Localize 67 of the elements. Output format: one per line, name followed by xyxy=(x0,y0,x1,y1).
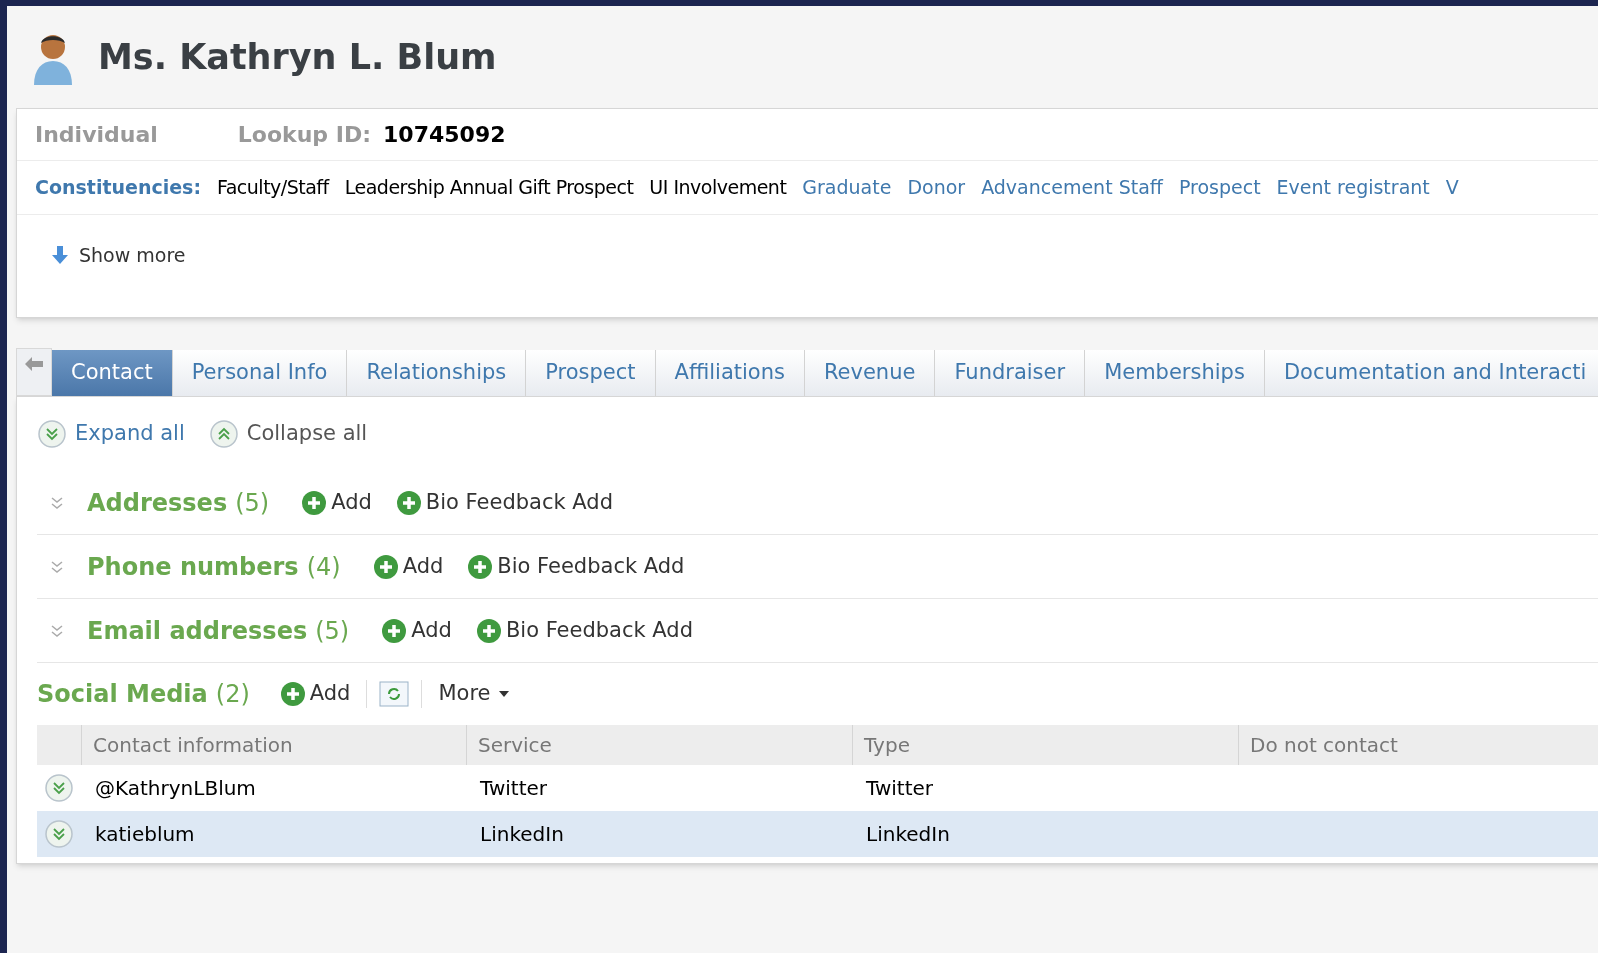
expand-chevron-icon[interactable] xyxy=(49,622,65,639)
constituency-link[interactable]: V xyxy=(1445,173,1459,202)
add-icon xyxy=(279,681,306,707)
constituency-link[interactable]: Event registrant xyxy=(1276,173,1430,202)
table-cell-text: Twitter xyxy=(479,775,549,802)
constituency: Leadership Annual Gift Prospect xyxy=(344,175,634,201)
collapse-icon xyxy=(208,419,239,449)
show-more-button[interactable]: Show more xyxy=(49,241,186,270)
tab[interactable]: Memberships xyxy=(1085,350,1265,396)
add-icon xyxy=(395,489,422,516)
constituency-link[interactable]: Donor xyxy=(907,173,966,202)
table-cell-text: LinkedIn xyxy=(479,821,565,848)
lookup-value: 10745092 xyxy=(383,121,506,149)
tab[interactable]: Contact xyxy=(52,350,173,396)
add-icon xyxy=(372,553,399,580)
add-button[interactable]: Bio Feedback Add xyxy=(475,614,693,647)
expand-all-button[interactable]: Expand all xyxy=(37,418,185,450)
back-arrow-icon xyxy=(25,357,43,371)
expand-chevron-icon[interactable] xyxy=(49,558,65,575)
table-row[interactable]: katieblum LinkedIn LinkedIn xyxy=(37,811,1598,857)
expand-row-icon xyxy=(44,819,74,849)
tab[interactable]: Documentation and Interacti xyxy=(1264,350,1598,396)
expand-chevron-icon[interactable] xyxy=(49,494,65,511)
section-title: Email addresses xyxy=(87,615,308,647)
section-title: Social Media xyxy=(37,679,208,710)
section-title: Addresses xyxy=(87,487,228,519)
caret-icon xyxy=(498,691,509,697)
refresh-icon[interactable] xyxy=(379,681,410,707)
section-count: (4) xyxy=(306,551,341,583)
add-button[interactable]: Bio Feedback Add xyxy=(467,550,685,583)
tab[interactable]: Relationships xyxy=(347,350,527,396)
section-title: Phone numbers xyxy=(87,551,299,583)
more-dropdown[interactable]: More xyxy=(438,678,509,710)
add-button[interactable]: Add xyxy=(372,550,444,583)
add-button[interactable]: Bio Feedback Add xyxy=(395,486,613,519)
add-icon xyxy=(381,617,408,644)
constituency-link[interactable]: Prospect xyxy=(1178,173,1261,202)
table-cell-text: LinkedIn xyxy=(865,821,951,848)
lookup-label: Lookup ID: xyxy=(237,121,372,149)
constituency-link[interactable]: Graduate xyxy=(802,173,892,202)
add-button[interactable]: Add xyxy=(301,486,372,519)
add-button[interactable]: Add xyxy=(381,614,452,647)
tab[interactable]: Fundraiser xyxy=(935,350,1086,396)
section-count: (5) xyxy=(235,487,270,519)
expand-icon xyxy=(37,419,67,449)
constituency: Faculty/Staff xyxy=(217,175,329,201)
add-button[interactable]: Add xyxy=(279,678,351,710)
section-count: (2) xyxy=(215,679,250,710)
record-type: Individual xyxy=(35,121,158,149)
constituency: UI Involvement xyxy=(649,175,787,201)
expand-row-icon xyxy=(44,773,74,803)
tab[interactable]: Personal Info xyxy=(172,350,348,396)
add-icon xyxy=(301,489,328,516)
back-arrow-button[interactable] xyxy=(16,348,52,396)
tab[interactable]: Affiliations xyxy=(655,350,805,396)
table-cell-text: @KathrynLBlum xyxy=(94,775,257,802)
constituency-link[interactable]: Advancement Staff xyxy=(981,173,1163,202)
tab[interactable]: Revenue xyxy=(804,350,936,396)
section-count: (5) xyxy=(315,615,350,647)
add-icon xyxy=(467,553,494,580)
constituencies-label: Constituencies: xyxy=(35,175,202,201)
page-title: Ms. Kathryn L. Blum xyxy=(98,35,497,79)
table-cell-text: katieblum xyxy=(94,821,196,848)
add-icon xyxy=(475,617,502,644)
collapse-all-button[interactable]: Collapse all xyxy=(208,418,368,450)
table-cell-text: Twitter xyxy=(865,775,935,802)
tab[interactable]: Prospect xyxy=(526,350,656,396)
